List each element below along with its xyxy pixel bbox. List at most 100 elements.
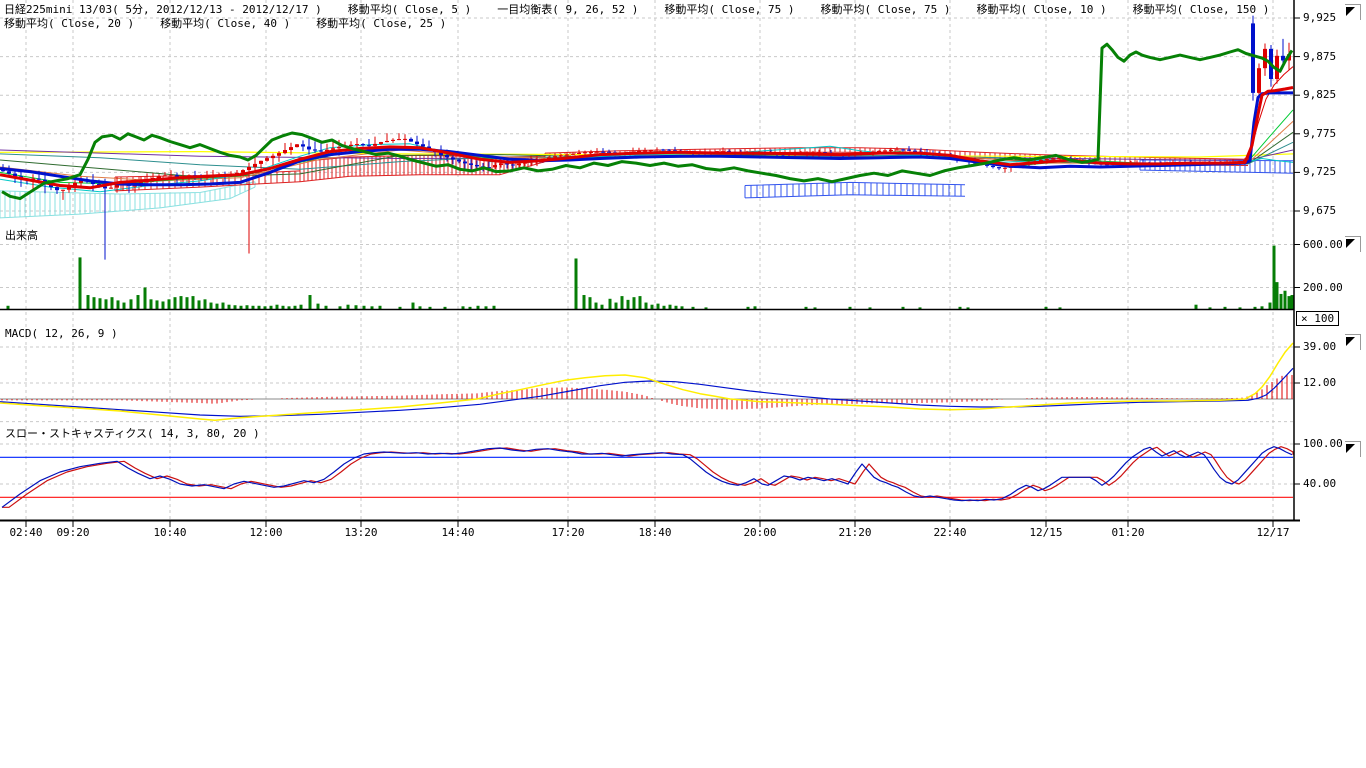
price-axis-label: 9,825 [1303,88,1336,101]
candle-body [289,147,293,150]
volume-bar [485,306,488,309]
volume-axis-label: 600.00 [1303,238,1343,251]
candle-body [493,165,497,167]
chart-canvas[interactable] [0,0,1366,768]
candle-body [643,150,647,151]
volume-bar [621,296,624,309]
volume-bar [325,306,328,309]
time-axis-label: 12/15 [1024,526,1068,539]
volume-bar [669,305,672,309]
volume-bar [363,306,366,309]
volume-bar [645,303,648,309]
volume-bar [444,307,447,309]
volume-bar [216,304,219,309]
time-axis-label: 21:20 [833,526,877,539]
volume-bar [339,306,342,309]
volume-bar [105,299,108,309]
volume-bar [462,306,465,309]
price-axis-label: 9,675 [1303,204,1336,217]
time-axis-label: 09:20 [51,526,95,539]
stoch-axis-label: 100.00 [1303,437,1343,450]
price-pane-scroll-arrow-button[interactable] [1345,4,1361,20]
volume-bar [959,307,962,309]
time-axis-label: 10:40 [148,526,192,539]
candle-body [415,142,419,145]
volume-bar [204,299,207,309]
volume-bar [902,307,905,309]
candle-body [259,161,263,164]
time-axis-label: 12/17 [1251,526,1295,539]
price-axis-label: 9,925 [1303,11,1336,24]
stoch-pane-scroll-arrow-button[interactable] [1345,441,1361,457]
candle-body [595,152,599,153]
volume-bar [300,305,303,309]
candle-body [253,164,257,167]
volume-axis-label: 200.00 [1303,281,1343,294]
volume-bar [87,295,90,309]
time-axis-label: 13:20 [339,526,383,539]
time-axis-label: 18:40 [633,526,677,539]
volume-bar [1273,246,1276,309]
legend-item: 移動平均( Close, 75 ) [820,1,950,17]
candle-body [391,140,395,141]
volume-bar [615,303,618,309]
candle-body [355,144,359,145]
legend-item: 移動平均( Close, 40 ) [160,15,290,31]
volume-bar [111,297,114,309]
legend-item: 移動平均( Close, 25 ) [316,15,446,31]
time-axis-label: 20:00 [738,526,782,539]
volume-bar [123,303,126,309]
candle-body [169,175,173,176]
volume-panel-label: 出来高 [5,227,38,243]
price-axis-label: 9,725 [1303,165,1336,178]
candle-body [517,164,521,166]
volume-pane-scroll-arrow-button[interactable] [1345,236,1361,252]
time-axis-label: 01:20 [1106,526,1150,539]
volume-bar [627,300,630,309]
volume-bar [282,306,285,309]
macd-axis-label: 12.00 [1303,376,1336,389]
volume-bar [663,306,666,309]
candle-body [163,175,167,176]
volume-bar [162,301,165,309]
volume-bar [399,307,402,309]
volume-bar [849,307,852,309]
volume-bar [412,303,415,309]
volume-bar [633,297,636,309]
candle-body [175,175,179,176]
candle-body [565,155,569,156]
volume-bar [1291,295,1294,309]
volume-bar [675,306,678,309]
volume-bar [1276,282,1279,309]
candle-body [385,141,389,142]
time-axis-label: 14:40 [436,526,480,539]
indicator-legend-row-2: 移動平均( Close, 20 )移動平均( Close, 40 )移動平均( … [4,15,446,31]
volume-bar [469,307,472,309]
candle-body [277,153,281,156]
volume-multiplier-badge: × 100 [1296,311,1339,326]
volume-bar [93,297,96,309]
candle-body [463,162,467,164]
volume-bar [1280,294,1283,309]
macd-signal-line [0,368,1293,416]
macd-pane-scroll-arrow-button[interactable] [1345,334,1361,350]
candle-body [667,150,671,151]
candle-body [1051,158,1055,159]
legend-item: 一目均衡表( 9, 26, 52 ) [497,1,638,17]
volume-bar [246,305,249,309]
candle-body [1003,168,1007,169]
stochastics-panel-label: スロー・ストキャスティクス( 14, 3, 80, 20 ) [5,425,260,441]
candle-body [649,150,653,151]
cloud-span-top [745,182,965,185]
candle-body [409,139,413,142]
candle-body [469,163,473,165]
volume-bar [805,307,808,309]
volume-bar [99,298,102,309]
candle-body [475,165,479,166]
volume-bar [1261,306,1264,309]
volume-bar [317,304,320,309]
volume-bar [156,300,159,309]
volume-bar [1045,307,1048,309]
candle-body [37,179,41,180]
volume-bar [371,306,374,309]
